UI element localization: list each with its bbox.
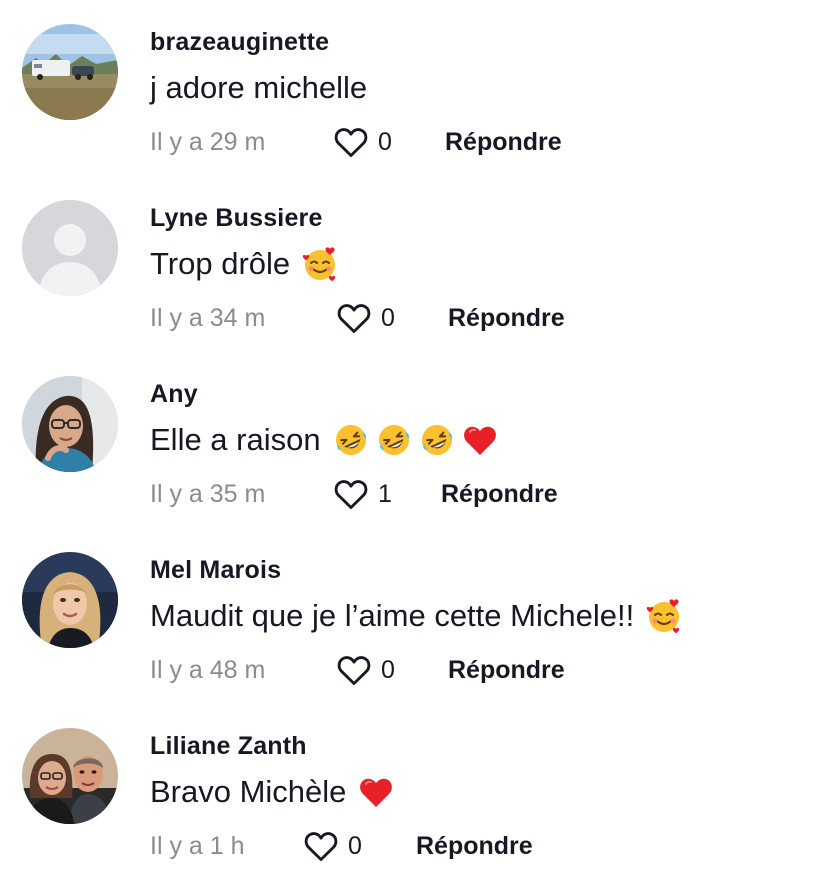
comment-meta: Il y a 35 m 1 Répondre — [150, 472, 558, 516]
comment-meta: Il y a 34 m 0 Répondre — [150, 296, 565, 340]
like-button[interactable]: 0 — [335, 648, 395, 692]
comment-timestamp: Il y a 48 m — [150, 655, 266, 684]
avatar[interactable] — [22, 552, 118, 648]
comment-item: Mel Marois Maudit que je l’aime cette Mi… — [0, 528, 826, 704]
comment-item: Liliane Zanth Bravo Michèle Il y a 1 h 0… — [0, 704, 826, 880]
comment-timestamp: Il y a 34 m — [150, 303, 266, 332]
comment-text: Maudit que je l’aime cette Michele!! — [150, 598, 635, 633]
reply-button[interactable]: Répondre — [416, 824, 533, 868]
comment-text: Elle a raison — [150, 422, 321, 457]
rolling-laughing-face-icon — [331, 420, 371, 460]
reply-button[interactable]: Répondre — [448, 296, 565, 340]
rv-landscape-photo — [22, 24, 118, 120]
like-count: 0 — [348, 831, 362, 860]
red-heart-icon — [460, 420, 500, 460]
comment-username[interactable]: Liliane Zanth — [150, 732, 307, 761]
smiling-face-with-hearts-icon — [300, 244, 340, 284]
comment-meta: Il y a 48 m 0 Répondre — [150, 648, 565, 692]
avatar[interactable] — [22, 728, 118, 824]
comment-timestamp: Il y a 1 h — [150, 831, 245, 860]
comment-timestamp: Il y a 35 m — [150, 479, 266, 508]
comment-body: Trop drôle — [150, 242, 343, 286]
like-button[interactable]: 0 — [335, 296, 395, 340]
smiling-face-with-hearts-icon — [644, 596, 684, 636]
rolling-laughing-face-icon — [417, 420, 457, 460]
like-count: 0 — [381, 303, 395, 332]
avatar[interactable] — [22, 200, 118, 296]
comment-body: Elle a raison — [150, 418, 503, 462]
comment-username[interactable]: Any — [150, 380, 198, 409]
reply-button[interactable]: Répondre — [441, 472, 558, 516]
red-heart-icon — [356, 772, 396, 812]
comment-meta: Il y a 29 m 0 Répondre — [150, 120, 562, 164]
comment-item: Lyne Bussiere Trop drôle Il y a 34 m 0 R… — [0, 176, 826, 352]
like-count: 0 — [381, 655, 395, 684]
like-count: 0 — [378, 127, 392, 156]
heart-outline-icon — [335, 299, 373, 337]
comment-body: j adore michelle — [150, 66, 367, 110]
like-button[interactable]: 1 — [332, 472, 392, 516]
comment-item: Any Elle a raison Il y a 35 m 1 Répondre — [0, 352, 826, 528]
heart-outline-icon — [332, 475, 370, 513]
avatar[interactable] — [22, 24, 118, 120]
avatar[interactable] — [22, 376, 118, 472]
woman-with-glasses-photo — [22, 376, 118, 472]
couple-photo — [22, 728, 118, 824]
comment-username[interactable]: Lyne Bussiere — [150, 204, 323, 233]
heart-outline-icon — [302, 827, 340, 865]
comment-item: brazeauginette j adore michelle Il y a 2… — [0, 0, 826, 176]
like-count: 1 — [378, 479, 392, 508]
like-button[interactable]: 0 — [302, 824, 362, 868]
comment-text: j adore michelle — [150, 70, 368, 105]
reply-button[interactable]: Répondre — [448, 648, 565, 692]
comment-text: Bravo Michèle — [150, 774, 347, 809]
reply-button[interactable]: Répondre — [445, 120, 562, 164]
comment-body: Bravo Michèle — [150, 770, 399, 814]
comment-list: brazeauginette j adore michelle Il y a 2… — [0, 0, 826, 886]
blonde-woman-photo — [22, 552, 118, 648]
like-button[interactable]: 0 — [332, 120, 392, 164]
comment-meta: Il y a 1 h 0 Répondre — [150, 824, 533, 868]
comment-text: Trop drôle — [150, 246, 291, 281]
comment-username[interactable]: brazeauginette — [150, 28, 329, 57]
heart-outline-icon — [335, 651, 373, 689]
heart-outline-icon — [332, 123, 370, 161]
rolling-laughing-face-icon — [374, 420, 414, 460]
comment-body: Maudit que je l’aime cette Michele!! — [150, 594, 687, 638]
comment-timestamp: Il y a 29 m — [150, 127, 266, 156]
comment-username[interactable]: Mel Marois — [150, 556, 281, 585]
default-avatar-icon — [22, 200, 118, 296]
